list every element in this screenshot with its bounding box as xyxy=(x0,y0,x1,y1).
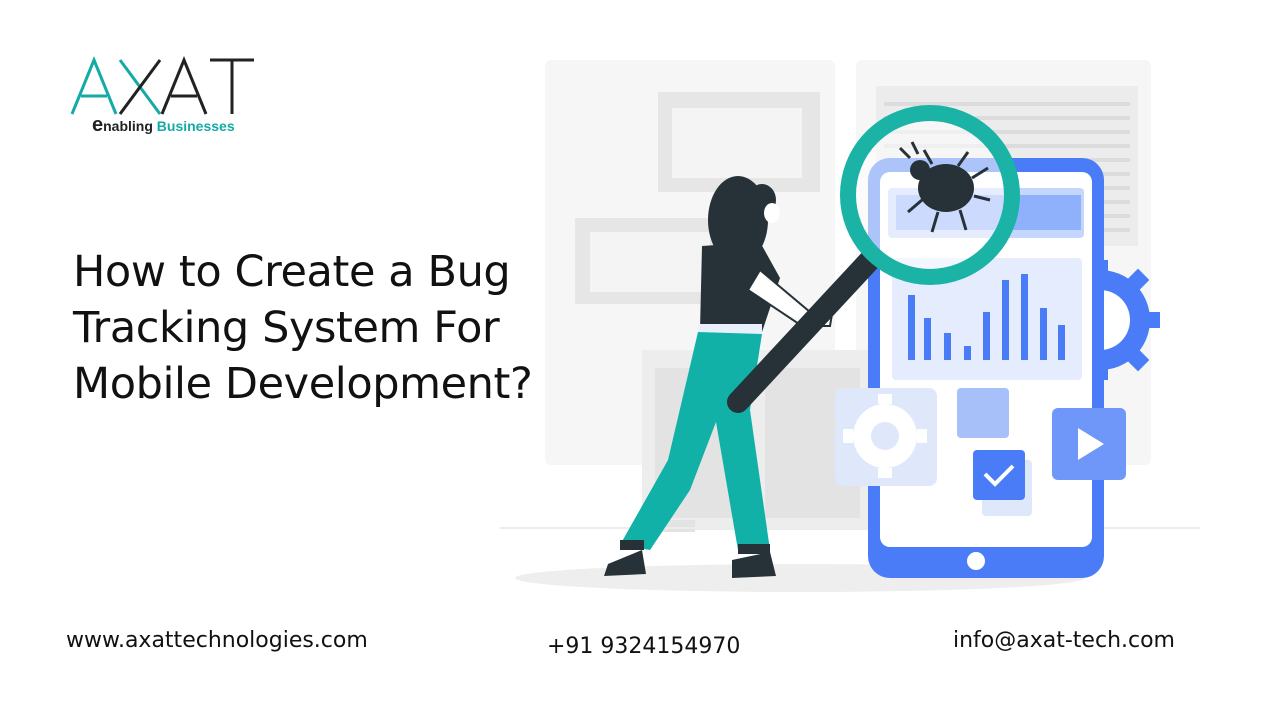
play-icon xyxy=(1052,408,1126,480)
phone-number[interactable]: +91 9324154970 xyxy=(547,634,740,659)
bug-tracking-illustration xyxy=(480,50,1240,610)
axat-logo-mark xyxy=(70,56,254,115)
small-card xyxy=(957,388,1009,438)
gear-card xyxy=(835,388,937,486)
page-title: How to Create a Bug Tracking System For … xyxy=(73,247,533,409)
website-link[interactable]: www.axattechnologies.com xyxy=(66,628,368,653)
email-link[interactable]: info@axat-tech.com xyxy=(953,628,1175,653)
company-logo: enabling Businesses xyxy=(68,52,268,142)
logo-tagline: enabling Businesses xyxy=(92,114,235,136)
